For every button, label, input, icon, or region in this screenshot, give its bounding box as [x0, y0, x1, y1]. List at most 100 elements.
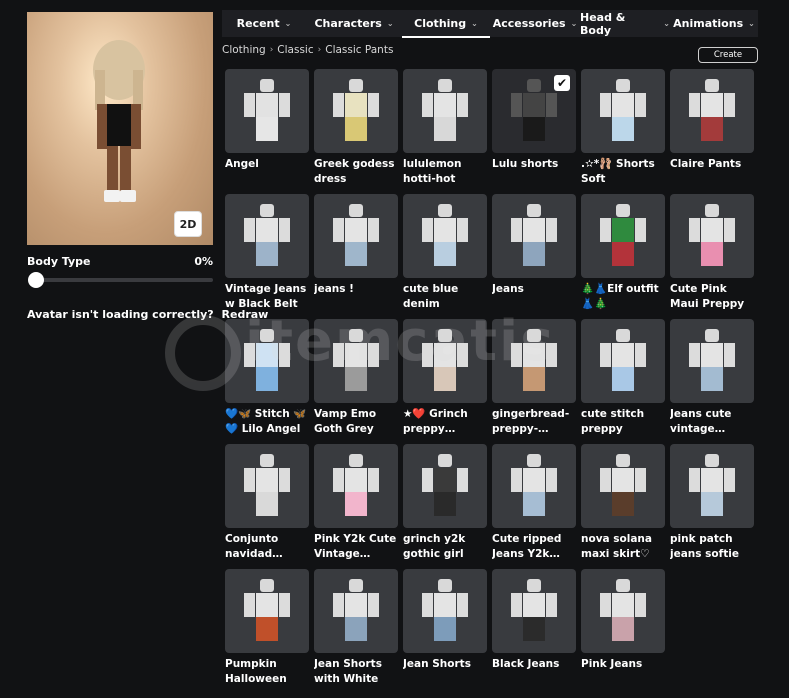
item-card[interactable]: Jeans cute vintage… — [670, 319, 754, 437]
item-thumbnail[interactable] — [314, 194, 398, 278]
item-thumbnail[interactable] — [403, 69, 487, 153]
figure-arm-l — [422, 593, 433, 617]
item-thumbnail[interactable] — [225, 569, 309, 653]
item-thumbnail[interactable] — [225, 444, 309, 528]
figure-arm-r — [368, 93, 379, 117]
item-card[interactable]: .✫*🩰 Shorts Soft Aesthetics… — [581, 69, 665, 187]
item-card[interactable]: Cute ripped Jeans Y2k… — [492, 444, 576, 562]
body-type-slider-track[interactable] — [36, 278, 213, 282]
figure-arm-r — [279, 468, 290, 492]
item-thumbnail[interactable] — [403, 319, 487, 403]
figure-head — [438, 204, 452, 217]
figure-torso — [612, 343, 634, 367]
body-type-slider-handle[interactable] — [28, 272, 44, 288]
tab-clothing[interactable]: Clothing ⌄ — [402, 10, 490, 38]
item-thumbnail[interactable] — [225, 194, 309, 278]
item-thumbnail[interactable] — [581, 194, 665, 278]
tab-head-body[interactable]: Head & Body ⌄ — [580, 10, 670, 37]
item-card[interactable]: Conjunto navidad… — [225, 444, 309, 562]
item-thumbnail[interactable] — [670, 319, 754, 403]
item-name: Cute Pink Maui Preppy Skirt… — [670, 283, 745, 310]
figure-head — [438, 79, 452, 92]
item-thumbnail[interactable] — [492, 569, 576, 653]
item-thumbnail[interactable] — [581, 444, 665, 528]
avatar-figure — [509, 204, 559, 268]
item-card[interactable]: Vamp Emo Goth Grey Jeans… — [314, 319, 398, 437]
create-button[interactable]: Create — [698, 47, 758, 63]
item-card[interactable]: 💙🦋 Stitch 🦋💙 Lilo Angel — [225, 319, 309, 437]
item-card[interactable]: Cute Pink Maui Preppy Skirt… — [670, 194, 754, 312]
figure-arm-l — [244, 93, 255, 117]
item-thumbnail[interactable] — [225, 319, 309, 403]
figure-arm-l — [244, 468, 255, 492]
item-card[interactable]: Black Jeans — [492, 569, 576, 687]
item-thumbnail[interactable] — [492, 444, 576, 528]
item-card[interactable]: gingerbread-preppy-… — [492, 319, 576, 437]
tab-accessories[interactable]: Accessories ⌄ — [490, 10, 580, 37]
figure-legs — [434, 117, 456, 141]
item-card[interactable]: 🎄👗Elf outfit👗🎄 — [581, 194, 665, 312]
tab-animations[interactable]: Animations ⌄ — [670, 10, 758, 37]
item-card[interactable]: Jean Shorts — [403, 569, 487, 687]
item-card[interactable]: Jeans — [492, 194, 576, 312]
breadcrumb-clothing[interactable]: Clothing — [222, 44, 266, 56]
figure-head — [260, 204, 274, 217]
figure-legs — [345, 117, 367, 141]
tab-characters[interactable]: Characters ⌄ — [306, 10, 402, 37]
item-card[interactable]: cute stitch preppy aestheti… — [581, 319, 665, 437]
item-card[interactable]: nova solana maxi skirt♡ — [581, 444, 665, 562]
item-card[interactable]: Pink Jeans — [581, 569, 665, 687]
avatar-figure — [509, 329, 559, 393]
item-card[interactable]: Angel — [225, 69, 309, 187]
item-card[interactable]: Greek godess dress — [314, 69, 398, 187]
item-thumbnail[interactable] — [581, 69, 665, 153]
item-thumbnail[interactable] — [492, 319, 576, 403]
item-thumbnail[interactable] — [670, 194, 754, 278]
figure-legs — [612, 117, 634, 141]
item-thumbnail[interactable] — [492, 194, 576, 278]
item-thumbnail[interactable] — [225, 69, 309, 153]
item-thumbnail[interactable] — [581, 569, 665, 653]
figure-head — [349, 79, 363, 92]
figure-torso — [612, 218, 634, 242]
item-thumbnail[interactable] — [403, 569, 487, 653]
figure-head — [260, 579, 274, 592]
item-card[interactable]: Vintage Jeans w Black Belt — [225, 194, 309, 312]
item-card[interactable]: lululemon hotti-hot shorts in… — [403, 69, 487, 187]
figure-torso — [256, 343, 278, 367]
item-thumbnail[interactable] — [670, 69, 754, 153]
item-card[interactable]: cute blue denim aesthetic short… — [403, 194, 487, 312]
item-card[interactable]: pink patch jeans softie kawaii… — [670, 444, 754, 562]
figure-arm-r — [368, 343, 379, 367]
breadcrumb-classic[interactable]: Classic — [277, 44, 313, 56]
item-thumbnail[interactable] — [314, 569, 398, 653]
item-thumbnail[interactable] — [581, 319, 665, 403]
item-card[interactable]: Claire Pants — [670, 69, 754, 187]
item-thumbnail[interactable] — [314, 444, 398, 528]
figure-arm-l — [422, 218, 433, 242]
item-name: .✫*🩰 Shorts Soft Aesthetics… — [581, 158, 655, 185]
item-thumbnail[interactable]: ✔ — [492, 69, 576, 153]
item-card[interactable]: ✔ Lulu shorts — [492, 69, 576, 187]
item-card[interactable]: Jean Shorts with White Shoes — [314, 569, 398, 687]
item-name: Claire Pants — [670, 158, 742, 170]
item-card[interactable]: grinch y2k gothic girl da… — [403, 444, 487, 562]
item-card[interactable]: ★❤️ Grinch preppy… — [403, 319, 487, 437]
item-thumbnail[interactable] — [403, 194, 487, 278]
item-card[interactable]: jeans ! — [314, 194, 398, 312]
item-card[interactable]: Pink Y2k Cute Vintage… — [314, 444, 398, 562]
tab-recent[interactable]: Recent ⌄ — [222, 10, 306, 37]
figure-arm-r — [546, 343, 557, 367]
chevron-down-icon: ⌄ — [284, 19, 292, 28]
checkmark-icon: ✔ — [554, 75, 570, 91]
item-thumbnail[interactable] — [314, 69, 398, 153]
item-thumbnail[interactable] — [314, 319, 398, 403]
view-2d-button[interactable]: 2D — [174, 211, 202, 237]
figure-head — [527, 79, 541, 92]
item-thumbnail[interactable] — [670, 444, 754, 528]
avatar-figure — [598, 79, 648, 143]
item-card[interactable]: Pumpkin Halloween Plai… — [225, 569, 309, 687]
figure-torso — [256, 218, 278, 242]
figure-arm-l — [422, 93, 433, 117]
item-thumbnail[interactable] — [403, 444, 487, 528]
